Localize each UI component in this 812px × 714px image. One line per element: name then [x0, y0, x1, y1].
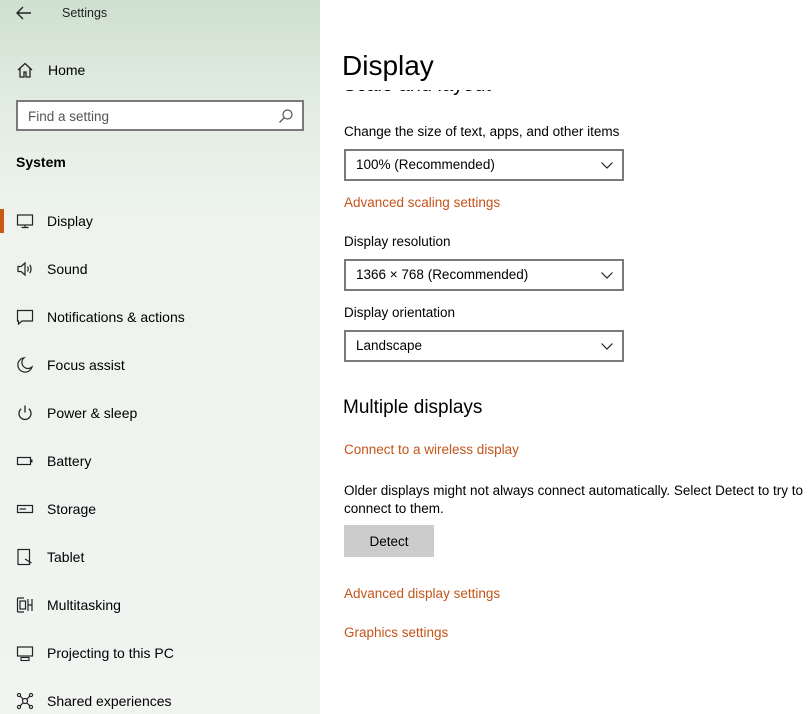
scale-value: 100% (Recommended): [356, 157, 495, 172]
chevron-down-icon: [601, 272, 613, 279]
home-label: Home: [48, 62, 86, 78]
sidebar-item-tablet[interactable]: Tablet: [0, 533, 320, 581]
battery-icon: [16, 456, 33, 466]
sidebar-nav: Display Sound Notifications & actions Fo…: [0, 197, 320, 714]
resolution-value: 1366 × 768 (Recommended): [356, 267, 529, 282]
scale-dropdown[interactable]: 100% (Recommended): [344, 149, 624, 181]
sidebar-item-label: Tablet: [47, 549, 85, 565]
orientation-dropdown[interactable]: Landscape: [344, 330, 624, 362]
back-arrow-icon: [16, 6, 31, 20]
multiple-displays-heading: Multiple displays: [343, 397, 483, 418]
notification-icon: [16, 309, 34, 326]
resolution-label: Display resolution: [344, 234, 451, 249]
sidebar-item-label: Multitasking: [47, 597, 121, 613]
speaker-icon: [17, 261, 32, 277]
section-heading: System: [16, 154, 66, 170]
settings-scroll-area[interactable]: Scale and layout Change the size of text…: [320, 86, 812, 714]
graphics-settings-link[interactable]: Graphics settings: [344, 625, 448, 640]
sidebar: Settings Home System Display: [0, 0, 320, 714]
sidebar-item-label: Focus assist: [47, 357, 125, 373]
selection-indicator: [0, 209, 4, 233]
sidebar-item-home[interactable]: Home: [0, 55, 320, 85]
sidebar-item-label: Notifications & actions: [47, 309, 185, 325]
page-title: Display: [342, 50, 812, 90]
older-displays-text: Older displays might not always connect …: [344, 483, 803, 516]
resolution-dropdown[interactable]: 1366 × 768 (Recommended): [344, 259, 624, 291]
sidebar-item-label: Power & sleep: [47, 405, 138, 421]
multitasking-icon: [16, 597, 33, 613]
advanced-display-link[interactable]: Advanced display settings: [344, 586, 500, 601]
sidebar-item-label: Storage: [47, 501, 97, 517]
home-icon: [17, 62, 33, 78]
sidebar-item-label: Projecting to this PC: [47, 645, 174, 661]
storage-icon: [16, 504, 34, 514]
search-input[interactable]: [28, 107, 268, 125]
sidebar-item-label: Sound: [47, 261, 88, 277]
shared-icon: [16, 692, 34, 710]
back-button[interactable]: [10, 2, 38, 24]
sidebar-item-sound[interactable]: Sound: [0, 245, 320, 293]
sidebar-item-label: Shared experiences: [47, 693, 172, 709]
sidebar-item-label: Battery: [47, 453, 92, 469]
sidebar-item-multitasking[interactable]: Multitasking: [0, 581, 320, 629]
chevron-down-icon: [601, 343, 613, 350]
search-icon[interactable]: [278, 108, 294, 124]
sidebar-item-shared-experiences[interactable]: Shared experiences: [0, 677, 320, 714]
power-icon: [18, 405, 32, 421]
sidebar-item-focus-assist[interactable]: Focus assist: [0, 341, 320, 389]
sidebar-item-storage[interactable]: Storage: [0, 485, 320, 533]
sidebar-item-projecting[interactable]: Projecting to this PC: [0, 629, 320, 677]
wireless-display-link[interactable]: Connect to a wireless display: [344, 442, 519, 457]
orientation-label: Display orientation: [344, 305, 456, 320]
app-title: Settings: [62, 6, 108, 20]
projecting-icon: [16, 646, 34, 662]
sidebar-item-battery[interactable]: Battery: [0, 437, 320, 485]
main-content: Display Scale and layout Change the size…: [320, 0, 812, 714]
orientation-value: Landscape: [356, 338, 423, 353]
sidebar-item-notifications[interactable]: Notifications & actions: [0, 293, 320, 341]
sidebar-item-display[interactable]: Display: [0, 197, 320, 245]
search-box[interactable]: [16, 100, 304, 131]
tablet-icon: [17, 548, 32, 566]
monitor-icon: [16, 214, 34, 229]
moon-icon: [17, 356, 34, 373]
scale-label: Change the size of text, apps, and other…: [344, 124, 620, 139]
sidebar-item-power-sleep[interactable]: Power & sleep: [0, 389, 320, 437]
chevron-down-icon: [601, 162, 613, 169]
sidebar-item-label: Display: [47, 213, 93, 229]
title-bar: Settings: [0, 0, 320, 26]
detect-button[interactable]: Detect: [344, 525, 434, 557]
advanced-scaling-link[interactable]: Advanced scaling settings: [344, 195, 500, 210]
